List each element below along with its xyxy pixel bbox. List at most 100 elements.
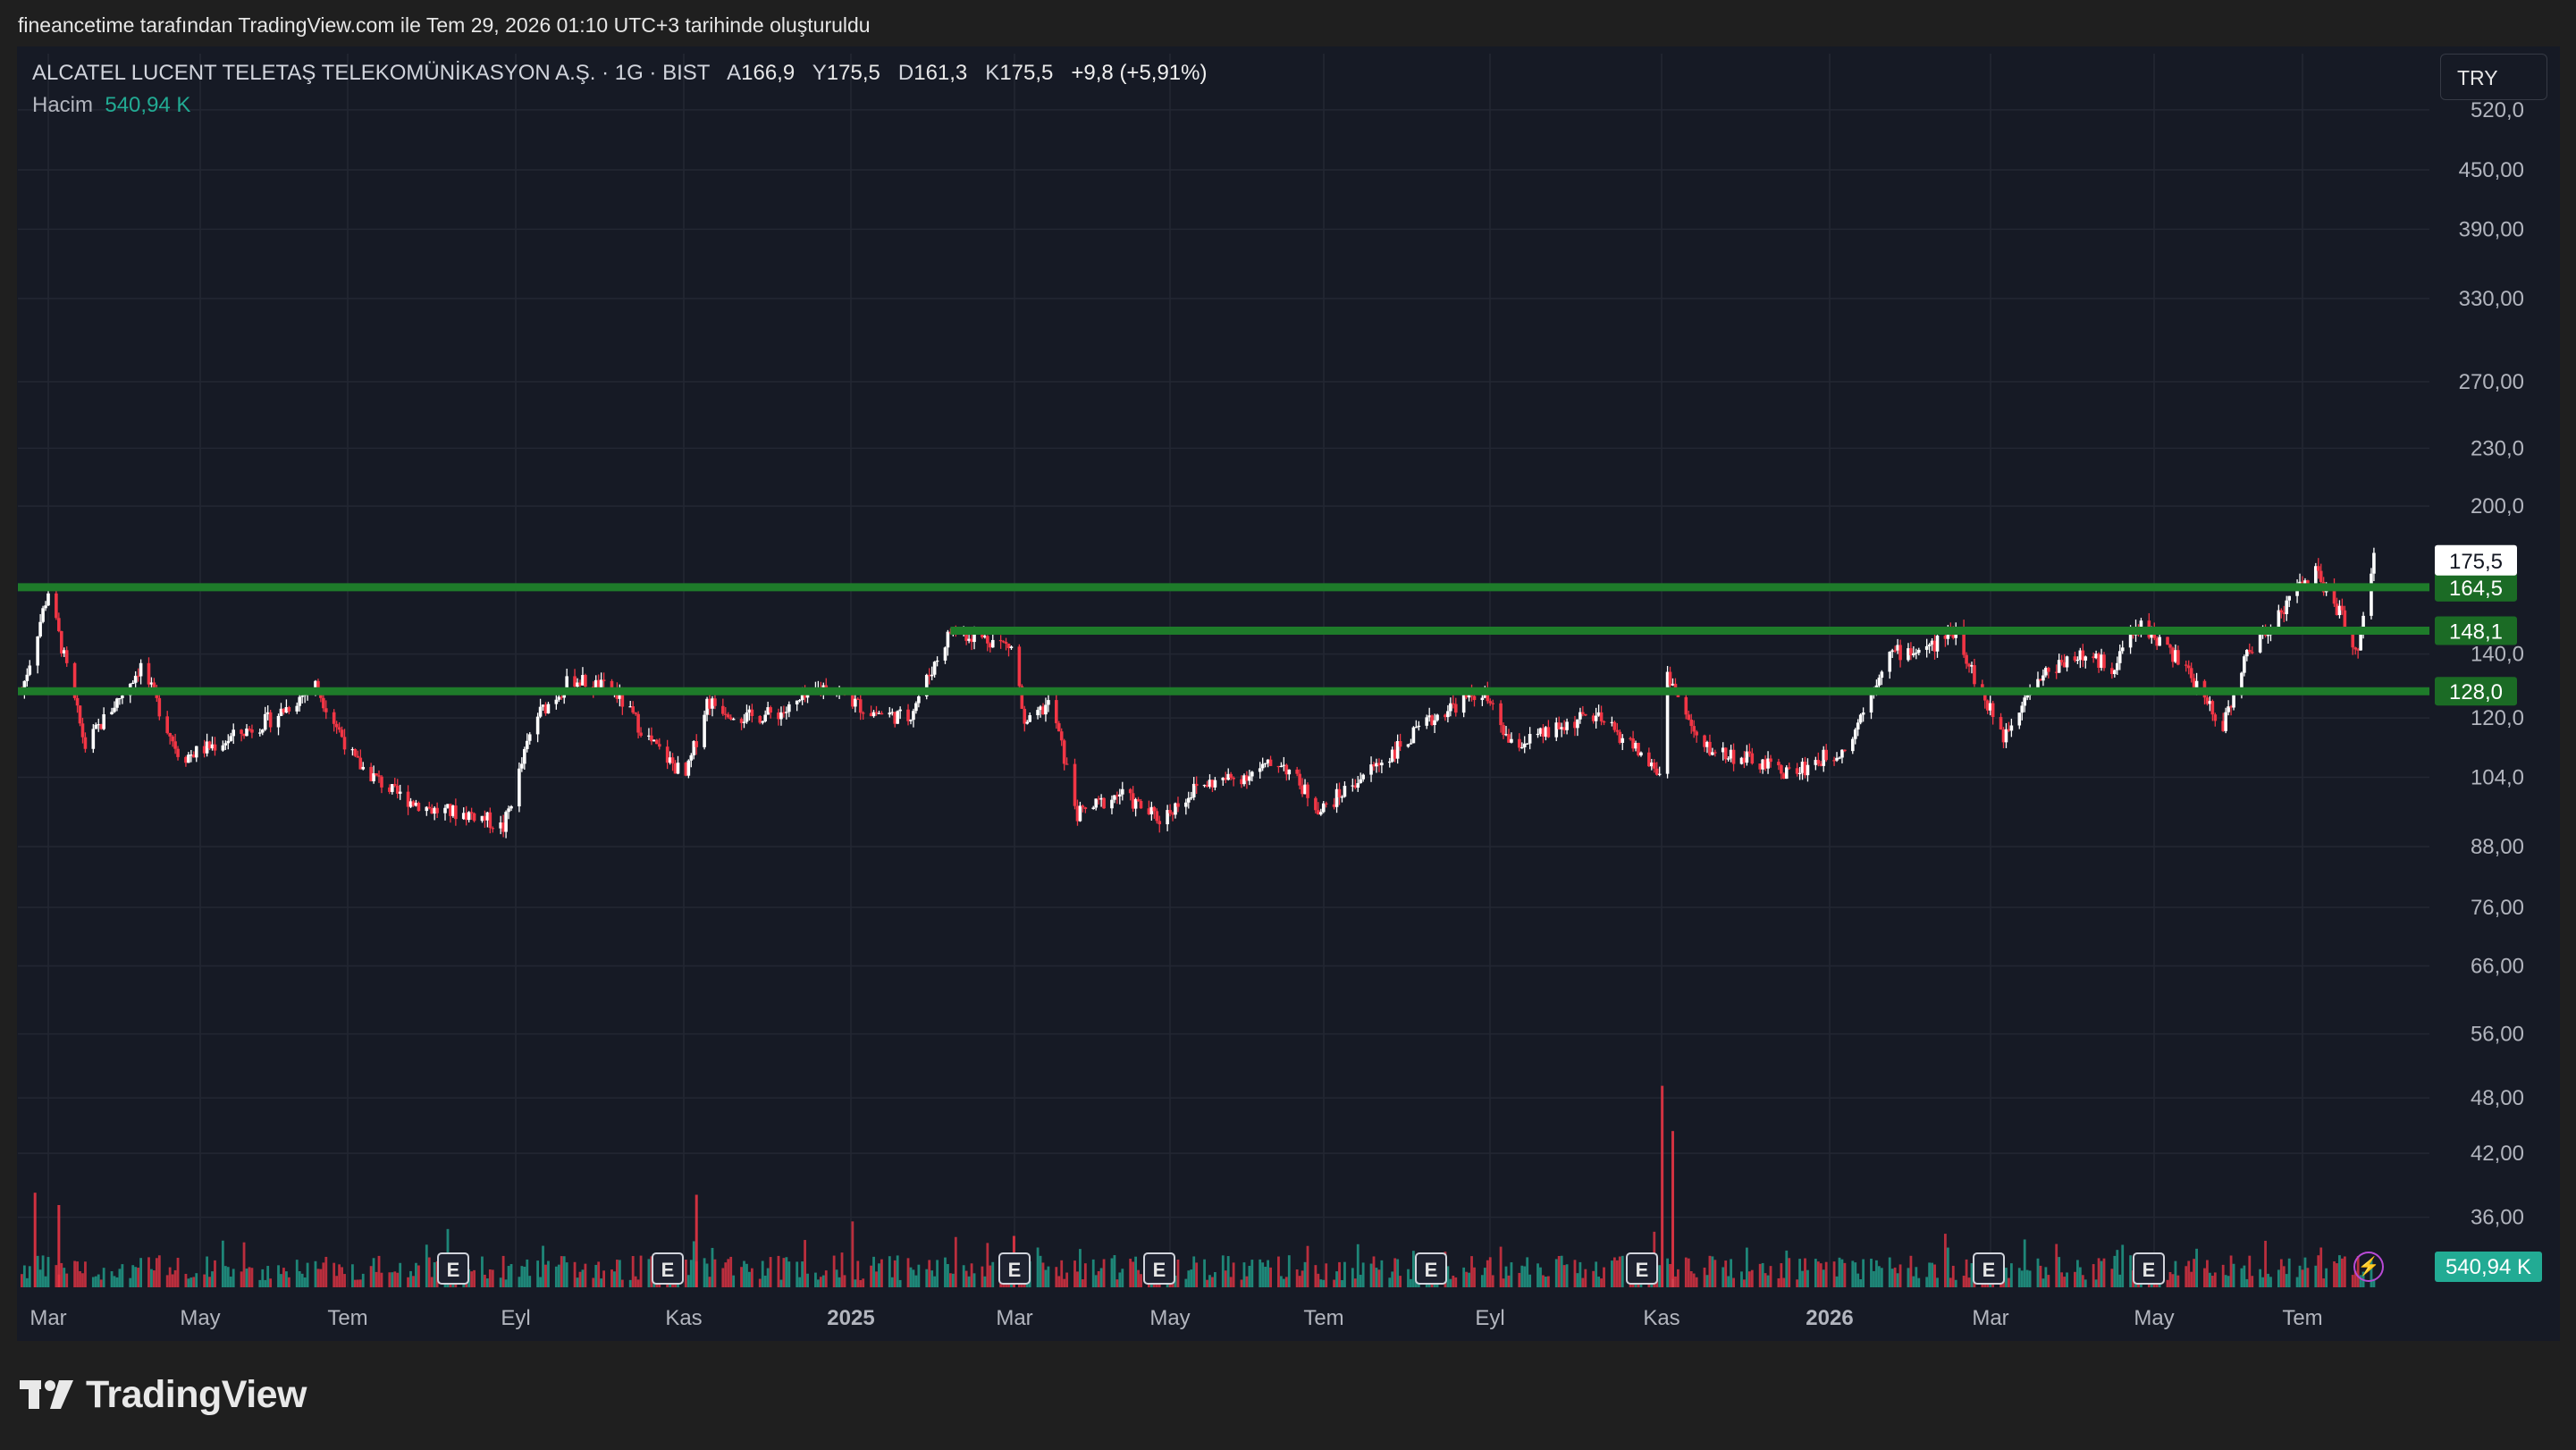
volume-bar bbox=[412, 1276, 415, 1287]
volume-bar bbox=[928, 1260, 931, 1287]
candle-body bbox=[689, 755, 694, 761]
candle-body bbox=[380, 776, 383, 788]
candle-body bbox=[1935, 636, 1940, 652]
volume-bar bbox=[951, 1273, 955, 1287]
volume-bar bbox=[221, 1240, 224, 1287]
candle-body bbox=[1687, 714, 1691, 721]
volume-bar bbox=[743, 1260, 745, 1287]
volume-bar bbox=[2351, 1275, 2354, 1287]
volume-bar bbox=[708, 1277, 711, 1287]
volume-bar bbox=[1454, 1277, 1458, 1287]
candle-body bbox=[1861, 712, 1865, 715]
candle-body bbox=[2166, 636, 2169, 645]
candle-body bbox=[880, 712, 884, 715]
volume-bar bbox=[1195, 1262, 1199, 1287]
volume-bar bbox=[504, 1279, 508, 1287]
price-tick-label: 520,0 bbox=[2471, 98, 2524, 122]
volume-bar bbox=[2333, 1261, 2336, 1287]
volume-bar bbox=[484, 1274, 486, 1287]
candle-body bbox=[1356, 783, 1360, 788]
volume-bar bbox=[721, 1268, 725, 1287]
candle-body bbox=[1229, 773, 1233, 778]
volume-bar bbox=[1962, 1276, 1966, 1287]
volume-bar bbox=[1470, 1256, 1473, 1287]
candle-body bbox=[2316, 566, 2320, 571]
volume-bar bbox=[761, 1260, 764, 1287]
candle-body bbox=[102, 714, 105, 729]
candle-body bbox=[1324, 803, 1328, 805]
candle-body bbox=[2128, 633, 2133, 648]
candle-body bbox=[1546, 727, 1551, 738]
volume-bar bbox=[1353, 1278, 1357, 1287]
volume-bar bbox=[2176, 1275, 2180, 1287]
flash-icon[interactable]: ⚡ bbox=[2353, 1252, 2384, 1282]
volume-bar bbox=[1796, 1279, 1799, 1287]
candle-body bbox=[1449, 703, 1452, 712]
candle-body bbox=[726, 714, 730, 718]
candle-body bbox=[2075, 659, 2080, 662]
earnings-marker-label: E bbox=[1425, 1259, 1438, 1281]
candle-body bbox=[375, 773, 378, 776]
candle-body bbox=[2184, 664, 2188, 666]
volume-bar bbox=[528, 1276, 532, 1287]
volume-spike bbox=[57, 1205, 61, 1287]
volume-bar bbox=[898, 1279, 902, 1287]
volume-bar bbox=[912, 1269, 915, 1287]
candle-body bbox=[41, 608, 45, 622]
candle-body bbox=[1750, 753, 1755, 764]
candle-body bbox=[1184, 802, 1188, 807]
candle-body bbox=[932, 662, 937, 675]
candle-body bbox=[2023, 697, 2026, 706]
candle-body bbox=[1916, 649, 1921, 653]
volume-bar bbox=[1343, 1261, 1346, 1287]
volume-bar bbox=[1851, 1260, 1855, 1287]
volume-bar bbox=[1542, 1275, 1545, 1287]
candle-body bbox=[2102, 654, 2106, 669]
candle-body bbox=[1191, 783, 1196, 797]
volume-bar bbox=[499, 1277, 502, 1287]
volume-bar bbox=[388, 1272, 391, 1287]
volume-bar bbox=[2097, 1258, 2100, 1287]
volume-bar bbox=[81, 1273, 84, 1287]
volume-bar bbox=[1703, 1267, 1706, 1287]
volume-bar bbox=[2078, 1267, 2082, 1287]
volume-bar bbox=[636, 1279, 640, 1287]
volume-bar bbox=[944, 1257, 947, 1287]
volume-bar bbox=[1896, 1273, 1899, 1287]
earnings-marker-label: E bbox=[2142, 1259, 2156, 1281]
volume-bar bbox=[763, 1275, 767, 1287]
currency-button[interactable]: TRY bbox=[2440, 54, 2547, 100]
volume-bar bbox=[1407, 1269, 1410, 1287]
candle-body bbox=[300, 695, 304, 697]
volume-bar bbox=[1854, 1262, 1857, 1287]
volume-bar bbox=[1595, 1261, 1598, 1287]
volume-bar bbox=[618, 1260, 621, 1287]
volume-bar bbox=[1306, 1245, 1309, 1287]
candle-body bbox=[657, 744, 661, 747]
candle-body bbox=[509, 805, 513, 809]
candle-body bbox=[1194, 783, 1199, 787]
candle-body bbox=[1657, 773, 1662, 775]
volume-bar bbox=[1063, 1278, 1066, 1287]
volume-bar bbox=[298, 1270, 301, 1287]
candle-body bbox=[75, 697, 80, 706]
candle-body bbox=[1168, 810, 1172, 814]
price-chart[interactable]: 164,5 148,1 128,0 175,5 540,94 K 520,0 450,00… bbox=[0, 0, 2576, 1350]
volume-bar bbox=[343, 1274, 346, 1287]
volume-bar bbox=[1295, 1269, 1299, 1287]
volume-bar bbox=[1954, 1279, 1957, 1287]
volume-bar bbox=[1666, 1258, 1669, 1287]
volume-bar bbox=[1766, 1275, 1770, 1287]
candle-body bbox=[1044, 704, 1048, 715]
tradingview-logo[interactable]: TradingView bbox=[20, 1373, 307, 1417]
volume-bar bbox=[1832, 1261, 1836, 1287]
candle-body bbox=[1615, 729, 1620, 732]
volume-bar bbox=[173, 1269, 177, 1287]
candle-body bbox=[157, 697, 162, 717]
candle-body bbox=[761, 721, 765, 723]
candle-body bbox=[57, 618, 61, 632]
candle-body bbox=[1488, 701, 1493, 704]
volume-bar bbox=[380, 1272, 383, 1287]
time-tick-label: May bbox=[2134, 1306, 2174, 1330]
volume-bar bbox=[240, 1271, 243, 1287]
